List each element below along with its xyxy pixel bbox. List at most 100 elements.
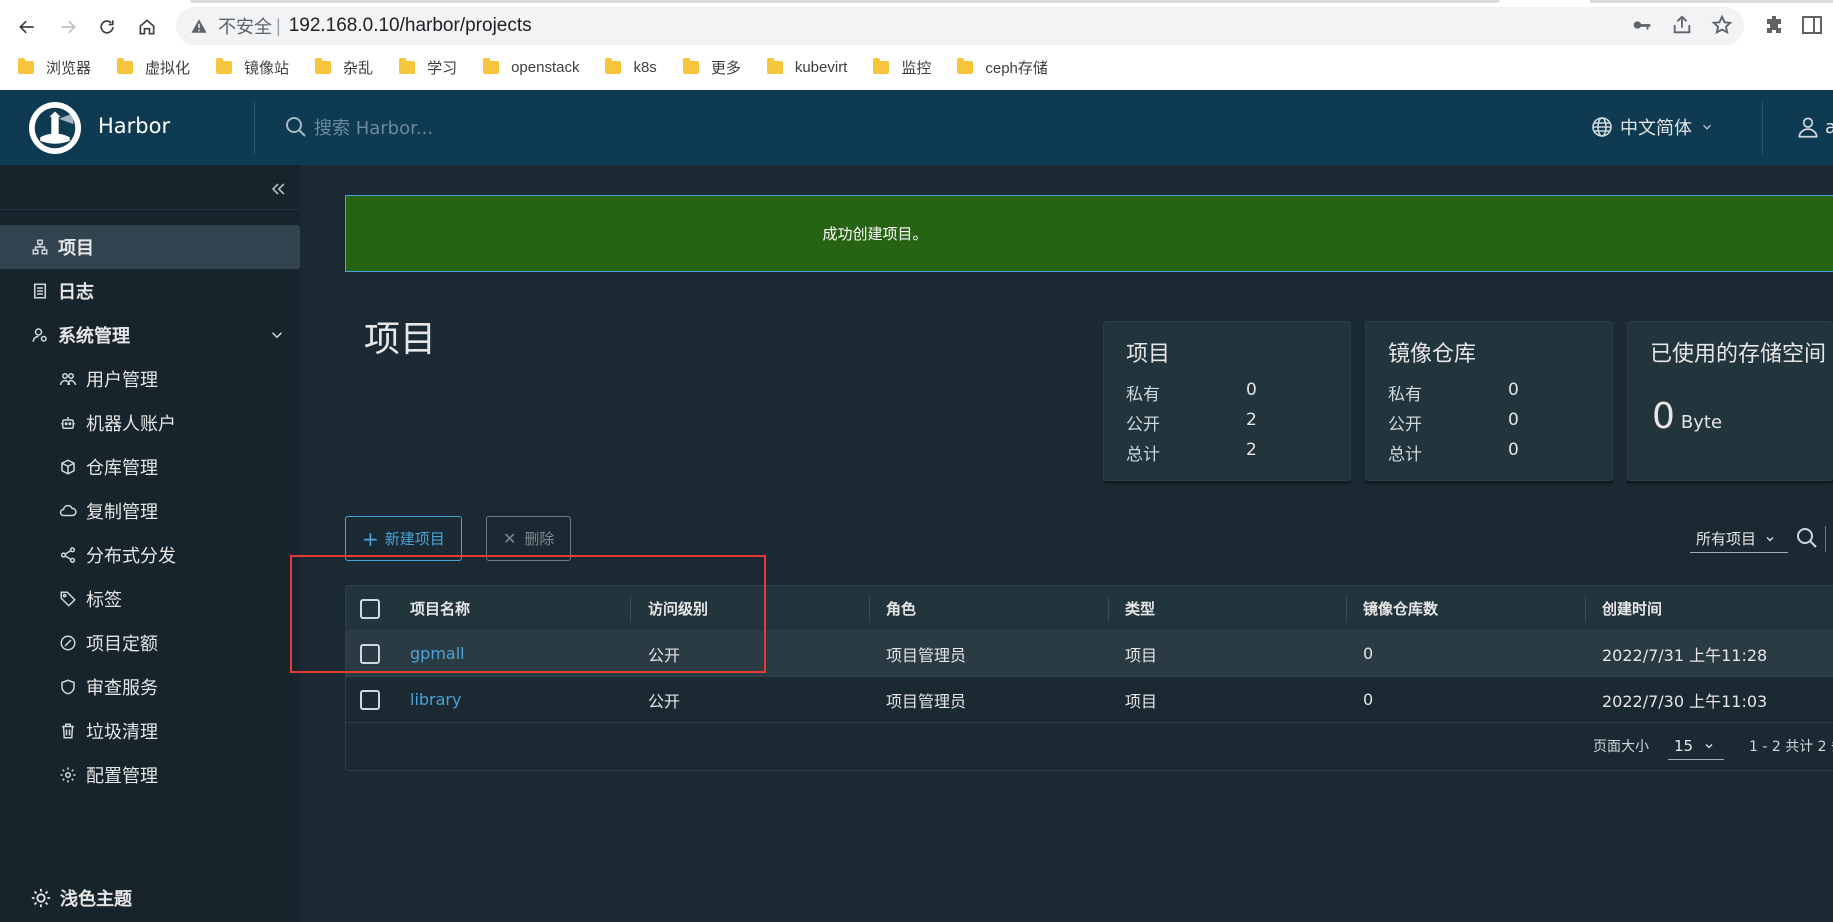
star-icon[interactable] bbox=[1711, 14, 1733, 36]
sidebar-item-labels[interactable]: 标签 bbox=[0, 577, 300, 621]
success-alert: 成功创建项目。 bbox=[345, 195, 1833, 272]
globe-icon bbox=[1592, 117, 1612, 137]
collapse-sidebar-icon[interactable] bbox=[268, 179, 288, 199]
bookmark-folder[interactable]: 监控 bbox=[873, 57, 931, 78]
card-row: 私有 0 bbox=[1126, 380, 1257, 405]
sidebar-item-users[interactable]: 用户管理 bbox=[0, 357, 300, 401]
theme-toggle[interactable]: 浅色主题 bbox=[30, 885, 132, 911]
card-row: 总计 2 bbox=[1126, 440, 1257, 465]
back-icon[interactable] bbox=[10, 10, 44, 44]
bookmarks-bar: 浏览器 虚拟化 镜像站 杂乱 学习 openstack k8s 更多 kubev… bbox=[0, 52, 1833, 82]
folder-icon bbox=[216, 57, 233, 74]
bookmark-folder[interactable]: kubevirt bbox=[766, 57, 847, 76]
column-separator[interactable] bbox=[1585, 596, 1586, 622]
sidebar-divider bbox=[0, 209, 300, 210]
harbor-logo-icon[interactable] bbox=[29, 102, 81, 154]
sidebar-item-configuration[interactable]: 配置管理 bbox=[0, 753, 300, 797]
home-icon[interactable] bbox=[130, 10, 164, 44]
bookmark-folder[interactable]: 镜像站 bbox=[216, 57, 289, 78]
table-footer: 页面大小 15 1 - 2 共计 2 条记录 bbox=[346, 724, 1833, 770]
chevron-down-icon bbox=[271, 332, 283, 339]
repositories-summary-card: 镜像仓库 私有 0 公开 0 总计 0 bbox=[1365, 321, 1613, 481]
column-header-role[interactable]: 角色 bbox=[886, 586, 916, 630]
sidebar-item-label: 项目定额 bbox=[86, 634, 158, 655]
distribution-icon bbox=[58, 545, 78, 565]
share-icon[interactable] bbox=[1671, 14, 1693, 36]
column-header-repo-count[interactable]: 镜像仓库数 bbox=[1363, 586, 1438, 630]
tag-icon bbox=[58, 589, 78, 609]
toolbar-divider bbox=[1825, 526, 1826, 552]
row-checkbox[interactable] bbox=[360, 690, 380, 710]
trash-icon bbox=[58, 721, 78, 741]
access-level: 公开 bbox=[648, 691, 681, 711]
search-icon[interactable] bbox=[1795, 526, 1819, 550]
projects-summary-card: 项目 私有 0 公开 2 总计 2 bbox=[1103, 321, 1351, 481]
user-icon bbox=[1798, 117, 1818, 138]
sidebar-item-projects[interactable]: 项目 bbox=[0, 225, 300, 269]
language-selector[interactable]: 中文简体 bbox=[1590, 114, 1714, 140]
pagination-count: 1 - 2 共计 2 条记录 bbox=[1749, 739, 1833, 755]
project-filter-select[interactable]: 所有项目 bbox=[1690, 525, 1788, 553]
column-header-type[interactable]: 类型 bbox=[1125, 586, 1155, 630]
close-icon: ✕ bbox=[503, 529, 517, 548]
address-bar[interactable]: 不安全 | 192.168.0.10/harbor/projects bbox=[176, 7, 1744, 45]
url-text[interactable]: 192.168.0.10/harbor/projects bbox=[289, 15, 532, 37]
logs-icon bbox=[30, 281, 50, 301]
sidebar-item-registries[interactable]: 仓库管理 bbox=[0, 445, 300, 489]
side-panel-icon[interactable] bbox=[1800, 13, 1824, 37]
sidebar-item-label: 系统管理 bbox=[58, 326, 130, 347]
browser-chrome: 不安全 | 192.168.0.10/harbor/projects 浏览器 虚… bbox=[0, 0, 1833, 90]
sidebar-item-admin[interactable]: 系统管理 bbox=[0, 313, 300, 357]
extensions-icon[interactable] bbox=[1762, 13, 1786, 37]
sidebar-item-logs[interactable]: 日志 bbox=[0, 269, 300, 313]
bookmark-folder[interactable]: 更多 bbox=[682, 57, 741, 78]
sidebar-item-label: 项目 bbox=[58, 238, 94, 259]
projects-icon bbox=[30, 237, 50, 257]
repo-count: 0 bbox=[1363, 690, 1374, 709]
quota-icon bbox=[58, 633, 78, 653]
sidebar-item-distributions[interactable]: 分布式分发 bbox=[0, 533, 300, 577]
sidebar-item-interrogation-services[interactable]: 审查服务 bbox=[0, 665, 300, 709]
folder-icon bbox=[117, 57, 134, 74]
project-name-link[interactable]: library bbox=[410, 677, 461, 722]
column-separator[interactable] bbox=[1108, 596, 1109, 622]
page-title: 项目 bbox=[364, 319, 437, 360]
reload-icon[interactable] bbox=[90, 10, 124, 44]
sidebar-item-robot-accounts[interactable]: 机器人账户 bbox=[0, 401, 300, 445]
header-divider bbox=[1762, 102, 1763, 154]
sidebar-item-label: 机器人账户 bbox=[86, 414, 176, 435]
role: 项目管理员 bbox=[886, 691, 967, 711]
sidebar-item-quotas[interactable]: 项目定额 bbox=[0, 621, 300, 665]
bookmark-folder[interactable]: ceph存储 bbox=[957, 57, 1048, 78]
bookmark-folder[interactable]: openstack bbox=[483, 57, 579, 76]
bookmark-folder[interactable]: k8s bbox=[605, 57, 657, 76]
sidebar-item-garbage-collection[interactable]: 垃圾清理 bbox=[0, 709, 300, 753]
bookmark-folder[interactable]: 虚拟化 bbox=[117, 57, 190, 78]
creation-time: 2022/7/31 上午11:28 bbox=[1602, 645, 1768, 665]
omnibox-separator: | bbox=[276, 15, 281, 36]
page-size-select[interactable]: 15 bbox=[1668, 732, 1724, 760]
page-size-label: 页面大小 bbox=[1593, 739, 1649, 755]
key-icon[interactable] bbox=[1631, 14, 1653, 36]
sidebar-item-label: 标签 bbox=[86, 590, 122, 611]
column-header-creation-time[interactable]: 创建时间 bbox=[1602, 586, 1662, 630]
brand-name[interactable]: Harbor bbox=[98, 114, 170, 138]
sidebar-item-label: 用户管理 bbox=[86, 370, 158, 391]
search-icon bbox=[286, 117, 306, 137]
bookmark-folder[interactable]: 学习 bbox=[399, 57, 457, 78]
shield-icon bbox=[58, 677, 78, 697]
sidebar-item-replications[interactable]: 复制管理 bbox=[0, 489, 300, 533]
bookmark-folder[interactable]: 杂乱 bbox=[315, 57, 373, 78]
column-separator[interactable] bbox=[1346, 596, 1347, 622]
table-row[interactable]: library 公开 项目管理员 项目 0 2022/7/30 上午11:03 bbox=[346, 677, 1833, 723]
alert-message: 成功创建项目。 bbox=[822, 225, 928, 243]
sidebar: 项目 日志 系统管理 用户管理 机器人账户 仓库管理 复制管理 分布式分发 标签… bbox=[0, 165, 300, 922]
global-search[interactable]: 搜索 Harbor... bbox=[284, 114, 433, 140]
forward-icon[interactable] bbox=[51, 10, 85, 44]
column-separator[interactable] bbox=[869, 596, 870, 622]
user-menu[interactable]: a bbox=[1795, 114, 1833, 140]
search-placeholder: 搜索 Harbor... bbox=[314, 118, 434, 139]
card-row: 私有 0 bbox=[1388, 380, 1519, 405]
bookmark-folder[interactable]: 浏览器 bbox=[18, 57, 91, 78]
admin-icon bbox=[30, 325, 50, 345]
